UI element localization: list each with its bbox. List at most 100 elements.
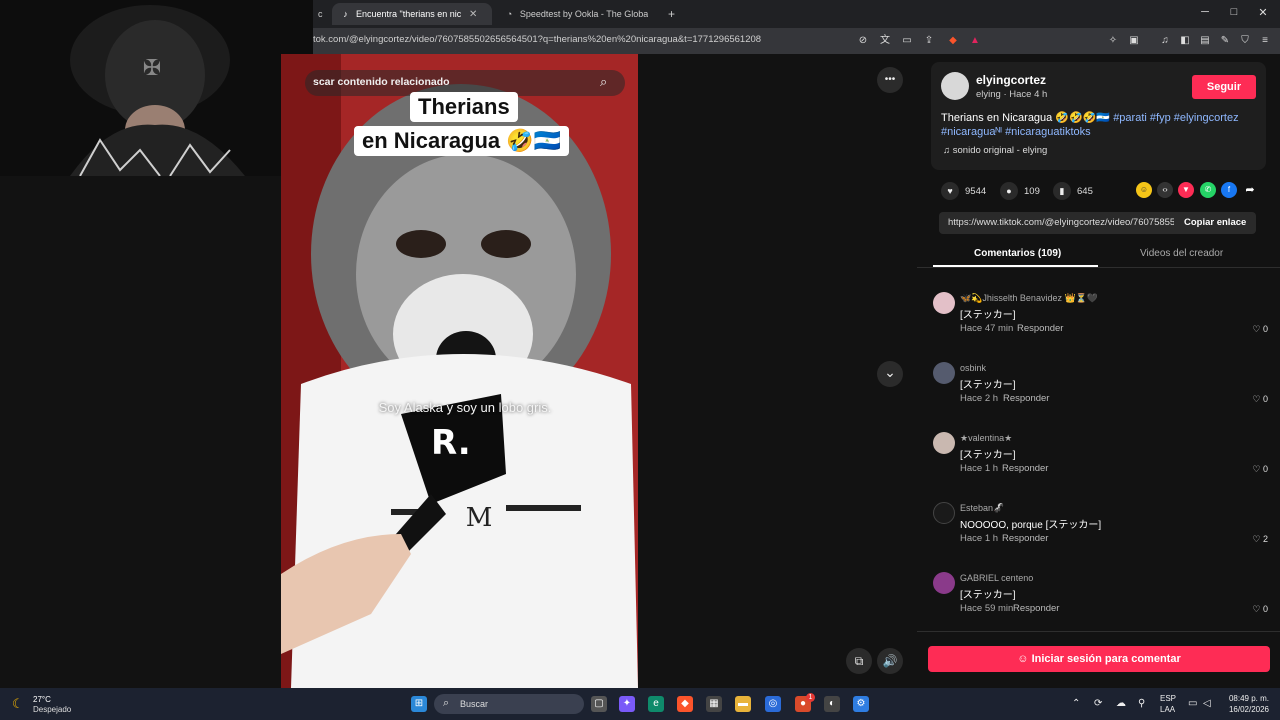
new-tab-button[interactable]: + [660, 3, 680, 25]
start-icon[interactable]: ⊞ [411, 696, 427, 712]
related-search-placeholder[interactable]: scar contenido relacionado [313, 76, 450, 88]
store-icon[interactable]: ▦ [706, 696, 722, 712]
copy-link-button[interactable]: Copiar enlace [1184, 217, 1246, 228]
like-stat[interactable]: ♥ 9544 [941, 182, 986, 200]
author-avatar[interactable] [941, 72, 969, 100]
volume-icon[interactable]: 🔊 [877, 648, 903, 674]
chevron-up-icon[interactable]: ⌃ [1072, 698, 1080, 709]
tab-previous[interactable]: c [310, 3, 330, 25]
reply-button[interactable]: Responder [1002, 463, 1048, 474]
url-field[interactable]: tok.com/@elyingcortez/video/760758550265… [313, 34, 761, 45]
commenter-avatar[interactable] [933, 502, 955, 524]
heart-outline-icon[interactable]: ♡ [1252, 324, 1260, 334]
hashtag[interactable]: #nicaraguaᴺᴵ [941, 126, 1002, 138]
language-sub[interactable]: LAA [1160, 705, 1175, 714]
more-options-icon[interactable]: ••• [877, 67, 903, 93]
clock-time[interactable]: 08:49 p. m. [1224, 694, 1274, 703]
sidebar-icon[interactable]: ◧ [1179, 35, 1191, 47]
hashtag[interactable]: #fyp [1150, 112, 1171, 124]
sound-info[interactable]: ♫ sonido original - elying [943, 145, 1047, 156]
comment-icon[interactable]: ● [1000, 182, 1018, 200]
commenter-name[interactable]: osbink [960, 363, 986, 373]
embed-icon[interactable]: ‹› [1157, 182, 1173, 198]
commenter-name[interactable]: Esteban🦨 [960, 503, 1004, 514]
wallet-icon[interactable]: ▤ [1199, 35, 1211, 47]
settings-icon[interactable]: ⚙ [853, 696, 869, 712]
microphone-icon[interactable]: ⚲ [1138, 698, 1145, 709]
tab-comments[interactable]: Comentarios (109) [974, 248, 1061, 259]
leo-icon[interactable]: ✎ [1219, 35, 1231, 47]
reply-button[interactable]: Responder [1017, 323, 1063, 334]
comment-stat[interactable]: ● 109 [1000, 182, 1040, 200]
author-name[interactable]: elyingcortez [976, 73, 1046, 87]
next-video-chevron-down-icon[interactable]: ⌄ [877, 361, 903, 387]
bookmark-icon[interactable]: ▮ [1053, 182, 1071, 200]
follow-button[interactable]: Seguir [1192, 75, 1256, 99]
brave-icon[interactable]: ◆ [677, 696, 693, 712]
network-icon[interactable]: ☁ [1116, 698, 1126, 709]
commenter-avatar[interactable] [933, 572, 955, 594]
taskbar-search[interactable] [434, 694, 584, 714]
heart-outline-icon[interactable]: ♡ [1252, 534, 1260, 544]
coin-icon[interactable]: ☺ [1136, 182, 1152, 198]
clock-date[interactable]: 16/02/2026 [1224, 705, 1274, 714]
weather-icon[interactable]: ☾ [12, 696, 24, 712]
brave-shield-icon[interactable]: ◆ [947, 35, 959, 47]
share-page-icon[interactable]: ⇪ [923, 35, 935, 47]
screenshot-icon[interactable]: ▣ [1128, 35, 1140, 47]
task-view-icon[interactable]: ▢ [591, 696, 607, 712]
hashtag[interactable]: #elyingcortez [1174, 112, 1239, 124]
close-window-button[interactable]: ✕ [1253, 6, 1273, 19]
whatsapp-icon[interactable]: ✆ [1200, 182, 1216, 198]
media-icon[interactable]: ♫ [1159, 35, 1171, 47]
comment-like[interactable]: ♡ 0 [1252, 464, 1268, 475]
sync-icon[interactable]: ⟳ [1094, 698, 1102, 709]
taskbar-search-label[interactable]: Buscar [460, 699, 488, 709]
hashtag[interactable]: #nicaraguatiktoks [1005, 126, 1091, 138]
tab-creator-videos[interactable]: Videos del creador [1140, 248, 1223, 259]
speaker-icon[interactable]: ◁ [1203, 698, 1211, 709]
file-explorer-icon[interactable]: ▬ [735, 696, 751, 712]
reply-button[interactable]: Responder [1003, 393, 1049, 404]
friends-icon[interactable]: ▼ [1178, 182, 1194, 198]
display-icon[interactable]: ▭ [1188, 698, 1197, 709]
translate-icon[interactable]: 文 [879, 35, 891, 47]
reader-icon[interactable]: ⊘ [857, 35, 869, 47]
heart-outline-icon[interactable]: ♡ [1252, 394, 1260, 404]
heart-icon[interactable]: ♥ [941, 182, 959, 200]
reply-button[interactable]: Responder [1013, 603, 1059, 614]
weather-temperature[interactable]: 27°C [33, 695, 51, 704]
tab-speedtest[interactable]: ◔ Speedtest by Ookla - The Global Broa [496, 3, 656, 25]
commenter-avatar[interactable] [933, 292, 955, 314]
comment-like[interactable]: ♡ 0 [1252, 324, 1268, 335]
menu-icon[interactable]: ≡ [1259, 35, 1271, 47]
app-icon[interactable]: ◎ [765, 696, 781, 712]
app-icon[interactable]: ◐ [824, 696, 840, 712]
edge-icon[interactable]: e [648, 696, 664, 712]
brave-rewards-icon[interactable]: ▲ [969, 35, 981, 47]
share-arrow-icon[interactable]: ➦ [1242, 182, 1258, 198]
language-indicator[interactable]: ESP [1160, 694, 1176, 703]
copilot-icon[interactable]: ✦ [619, 696, 635, 712]
maximize-button[interactable]: □ [1224, 6, 1244, 18]
commenter-name[interactable]: 🦋💫Jhisselth Benavidez 👑⏳🖤 [960, 293, 1098, 304]
cast-icon[interactable]: ▭ [901, 35, 913, 47]
commenter-name[interactable]: ★valentina★ [960, 433, 1012, 444]
comment-like[interactable]: ♡ 2 [1252, 534, 1268, 545]
vpn-icon[interactable]: ⛉ [1239, 35, 1251, 47]
comment-like[interactable]: ♡ 0 [1252, 604, 1268, 615]
close-tab-icon[interactable]: ✕ [469, 9, 477, 20]
comment-like[interactable]: ♡ 0 [1252, 394, 1268, 405]
save-stat[interactable]: ▮ 645 [1053, 182, 1093, 200]
pip-icon[interactable]: ⧉ [846, 648, 872, 674]
share-link-text[interactable]: https://www.tiktok.com/@elyingcortez/vid… [948, 217, 1174, 228]
search-icon[interactable]: ⌕ [600, 74, 607, 90]
weather-description[interactable]: Despejado [33, 705, 71, 714]
heart-outline-icon[interactable]: ♡ [1252, 464, 1260, 474]
login-to-comment-button[interactable]: ☺ Iniciar sesión para comentar [928, 646, 1270, 672]
facebook-icon[interactable]: f [1221, 182, 1237, 198]
commenter-avatar[interactable] [933, 432, 955, 454]
heart-outline-icon[interactable]: ♡ [1252, 604, 1260, 614]
commenter-avatar[interactable] [933, 362, 955, 384]
extensions-icon[interactable]: ✧ [1107, 35, 1119, 47]
